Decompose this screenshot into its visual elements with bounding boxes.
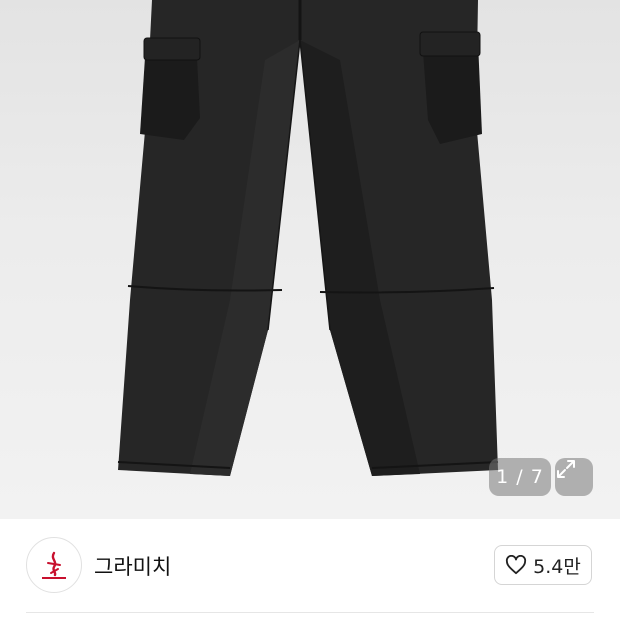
image-counter-text: 1 / 7 xyxy=(496,466,544,488)
expand-icon xyxy=(557,460,575,478)
product-image xyxy=(117,0,499,476)
expand-image-button[interactable] xyxy=(555,458,593,496)
brand-name[interactable]: 그라미치 xyxy=(94,551,171,581)
section-divider xyxy=(26,612,594,613)
heart-outline-icon xyxy=(506,555,527,575)
image-counter: 1 / 7 xyxy=(489,458,551,496)
gramicci-logo-icon xyxy=(42,551,66,579)
brand-logo[interactable] xyxy=(26,537,82,593)
like-button[interactable]: 5.4만 xyxy=(494,545,592,585)
product-image-gallery[interactable]: 1 / 7 xyxy=(0,0,620,519)
like-count: 5.4만 xyxy=(533,555,581,578)
